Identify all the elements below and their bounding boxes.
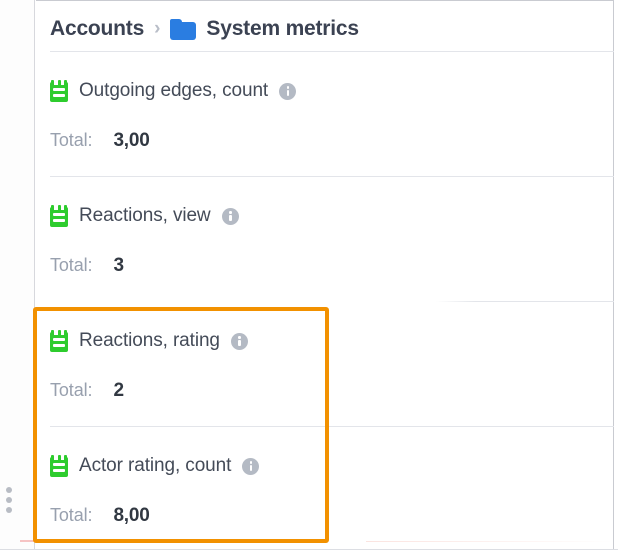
- breadcrumb-item-accounts[interactable]: Accounts: [50, 17, 144, 41]
- green-list-icon: [50, 455, 68, 477]
- metric-label: Outgoing edges, count: [79, 80, 269, 101]
- total-label: Total:: [50, 380, 93, 400]
- metric-total: Total: 2: [50, 380, 124, 402]
- metric-total: Total: 3: [50, 255, 124, 277]
- total-label: Total:: [50, 130, 93, 150]
- breadcrumb-item-system-metrics: System metrics: [206, 17, 359, 40]
- metric-title: Actor rating, count: [50, 455, 260, 477]
- metric-label: Reactions, rating: [79, 330, 220, 351]
- metric-row[interactable]: Reactions, view Total: 3: [36, 177, 614, 302]
- metric-label: Actor rating, count: [79, 455, 232, 476]
- green-list-icon: [50, 330, 68, 352]
- total-value: 2: [113, 380, 124, 401]
- info-icon[interactable]: [242, 457, 260, 475]
- metric-title: Reactions, view: [50, 205, 239, 227]
- bottom-strip: [0, 549, 618, 554]
- chevron-right-icon: ›: [154, 17, 161, 39]
- total-value: 3,00: [113, 130, 150, 151]
- info-icon[interactable]: [221, 207, 239, 225]
- info-icon[interactable]: [279, 82, 297, 100]
- drag-dot: [6, 507, 12, 513]
- folder-icon: [170, 18, 197, 40]
- faint-marker: [20, 540, 36, 542]
- metric-total: Total: 3,00: [50, 130, 150, 152]
- green-list-icon: [50, 80, 68, 102]
- green-list-icon: [50, 205, 68, 227]
- metric-title: Reactions, rating: [50, 330, 248, 352]
- metric-total: Total: 8,00: [50, 505, 150, 527]
- total-value: 8,00: [113, 505, 150, 526]
- drag-handle-icon[interactable]: [4, 487, 14, 513]
- metric-title: Outgoing edges, count: [50, 80, 297, 102]
- left-gutter: [0, 0, 35, 554]
- metrics-panel: Accounts › System metrics Outgoing edges…: [36, 0, 614, 554]
- total-label: Total:: [50, 505, 93, 525]
- metric-label: Reactions, view: [79, 205, 211, 226]
- breadcrumb: Accounts › System metrics: [50, 9, 359, 49]
- screenshot-root: Accounts › System metrics Outgoing edges…: [0, 0, 618, 554]
- metric-row[interactable]: Actor rating, count Total: 8,00: [36, 427, 614, 552]
- drag-dot: [6, 487, 12, 493]
- total-label: Total:: [50, 255, 93, 275]
- info-icon[interactable]: [230, 332, 248, 350]
- drag-dot: [6, 497, 12, 503]
- total-value: 3: [113, 255, 124, 276]
- faint-divider: [366, 541, 614, 542]
- metric-row[interactable]: Reactions, rating Total: 2: [36, 302, 614, 427]
- metric-row[interactable]: Outgoing edges, count Total: 3,00: [36, 52, 614, 177]
